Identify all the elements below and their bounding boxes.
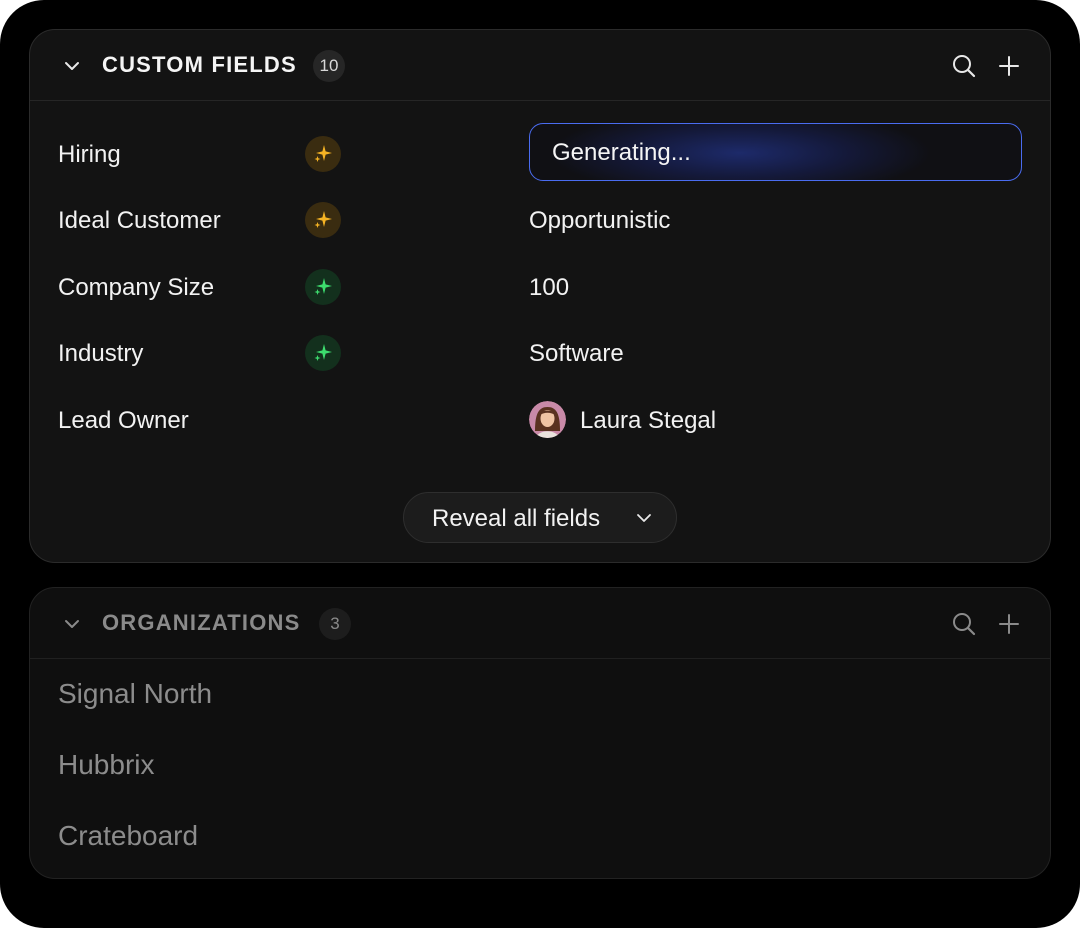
- organizations-panel: ORGANIZATIONS 3 Signal North Hubbrix Cra…: [29, 587, 1051, 879]
- field-label: Ideal Customer: [58, 207, 221, 234]
- plus-icon[interactable]: [995, 610, 1023, 638]
- field-label: Industry: [58, 340, 144, 367]
- sparkle-icon[interactable]: [305, 335, 341, 371]
- organization-item[interactable]: Signal North: [58, 678, 212, 710]
- generating-field-input[interactable]: Generating...: [529, 123, 1022, 181]
- custom-fields-title: CUSTOM FIELDS: [102, 52, 297, 77]
- chevron-down-icon[interactable]: [62, 614, 82, 634]
- organizations-count-badge: 3: [319, 608, 351, 640]
- sparkle-icon[interactable]: [305, 136, 341, 172]
- reveal-all-fields-label: Reveal all fields: [432, 505, 601, 532]
- field-row-lead-owner: Lead Owner Laura Stegal: [30, 400, 1050, 440]
- field-label: Hiring: [58, 141, 121, 168]
- sparkle-icon[interactable]: [305, 202, 341, 238]
- field-row-ideal-customer: Ideal Customer Opportunistic: [30, 200, 1050, 240]
- organizations-title: ORGANIZATIONS: [102, 610, 301, 635]
- field-value[interactable]: Software: [529, 340, 624, 368]
- field-label: Lead Owner: [58, 407, 189, 434]
- field-label: Company Size: [58, 274, 215, 301]
- custom-fields-panel: CUSTOM FIELDS 10 Hiring Generating... Id…: [29, 29, 1051, 563]
- chevron-down-icon[interactable]: [62, 56, 82, 76]
- plus-icon[interactable]: [995, 52, 1023, 80]
- lead-owner-name[interactable]: Laura Stegal: [580, 407, 716, 435]
- organization-item[interactable]: Crateboard: [58, 820, 198, 852]
- search-icon[interactable]: [950, 610, 978, 638]
- sparkle-icon[interactable]: [305, 269, 341, 305]
- generating-text: Generating...: [552, 139, 691, 166]
- reveal-all-fields-button[interactable]: Reveal all fields: [403, 492, 677, 543]
- chevron-down-icon: [637, 514, 651, 522]
- search-icon[interactable]: [950, 52, 978, 80]
- field-value[interactable]: 100: [529, 274, 569, 302]
- custom-fields-header: CUSTOM FIELDS 10: [30, 30, 1050, 101]
- field-value[interactable]: Opportunistic: [529, 207, 670, 235]
- field-row-industry: Industry Software: [30, 333, 1050, 373]
- app-window: CUSTOM FIELDS 10 Hiring Generating... Id…: [0, 0, 1080, 928]
- field-row-company-size: Company Size 100: [30, 267, 1050, 307]
- avatar[interactable]: [529, 401, 566, 438]
- organization-item[interactable]: Hubbrix: [58, 749, 154, 781]
- organizations-header: ORGANIZATIONS 3: [30, 588, 1050, 659]
- custom-fields-count-badge: 10: [313, 50, 345, 82]
